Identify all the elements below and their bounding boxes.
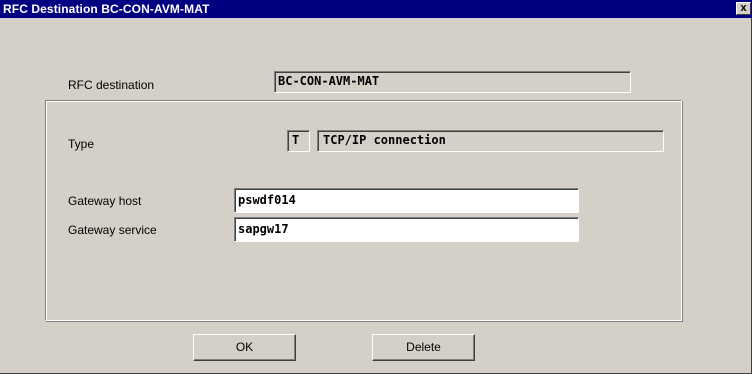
rfc-destination-field: BC-CON-AVM-MAT xyxy=(274,71,631,93)
gateway-host-label: Gateway host xyxy=(68,194,142,208)
close-button[interactable]: x xyxy=(736,2,751,15)
type-description-field: TCP/IP connection xyxy=(317,130,664,152)
rfc-destination-dialog: RFC Destination BC-CON-AVM-MAT x RFC des… xyxy=(0,0,752,374)
ok-button[interactable]: OK xyxy=(193,334,296,361)
gateway-service-input[interactable]: sapgw17 xyxy=(234,217,579,242)
title-bar[interactable]: RFC Destination BC-CON-AVM-MAT x xyxy=(0,0,752,18)
window-title: RFC Destination BC-CON-AVM-MAT xyxy=(3,2,210,16)
type-label: Type xyxy=(68,137,95,151)
close-icon: x xyxy=(740,2,747,14)
gateway-host-input[interactable]: pswdf014 xyxy=(234,188,579,213)
type-code-field: T xyxy=(287,130,310,152)
delete-button[interactable]: Delete xyxy=(372,334,475,361)
rfc-destination-label: RFC destination xyxy=(68,78,155,92)
gateway-service-label: Gateway service xyxy=(68,223,157,237)
